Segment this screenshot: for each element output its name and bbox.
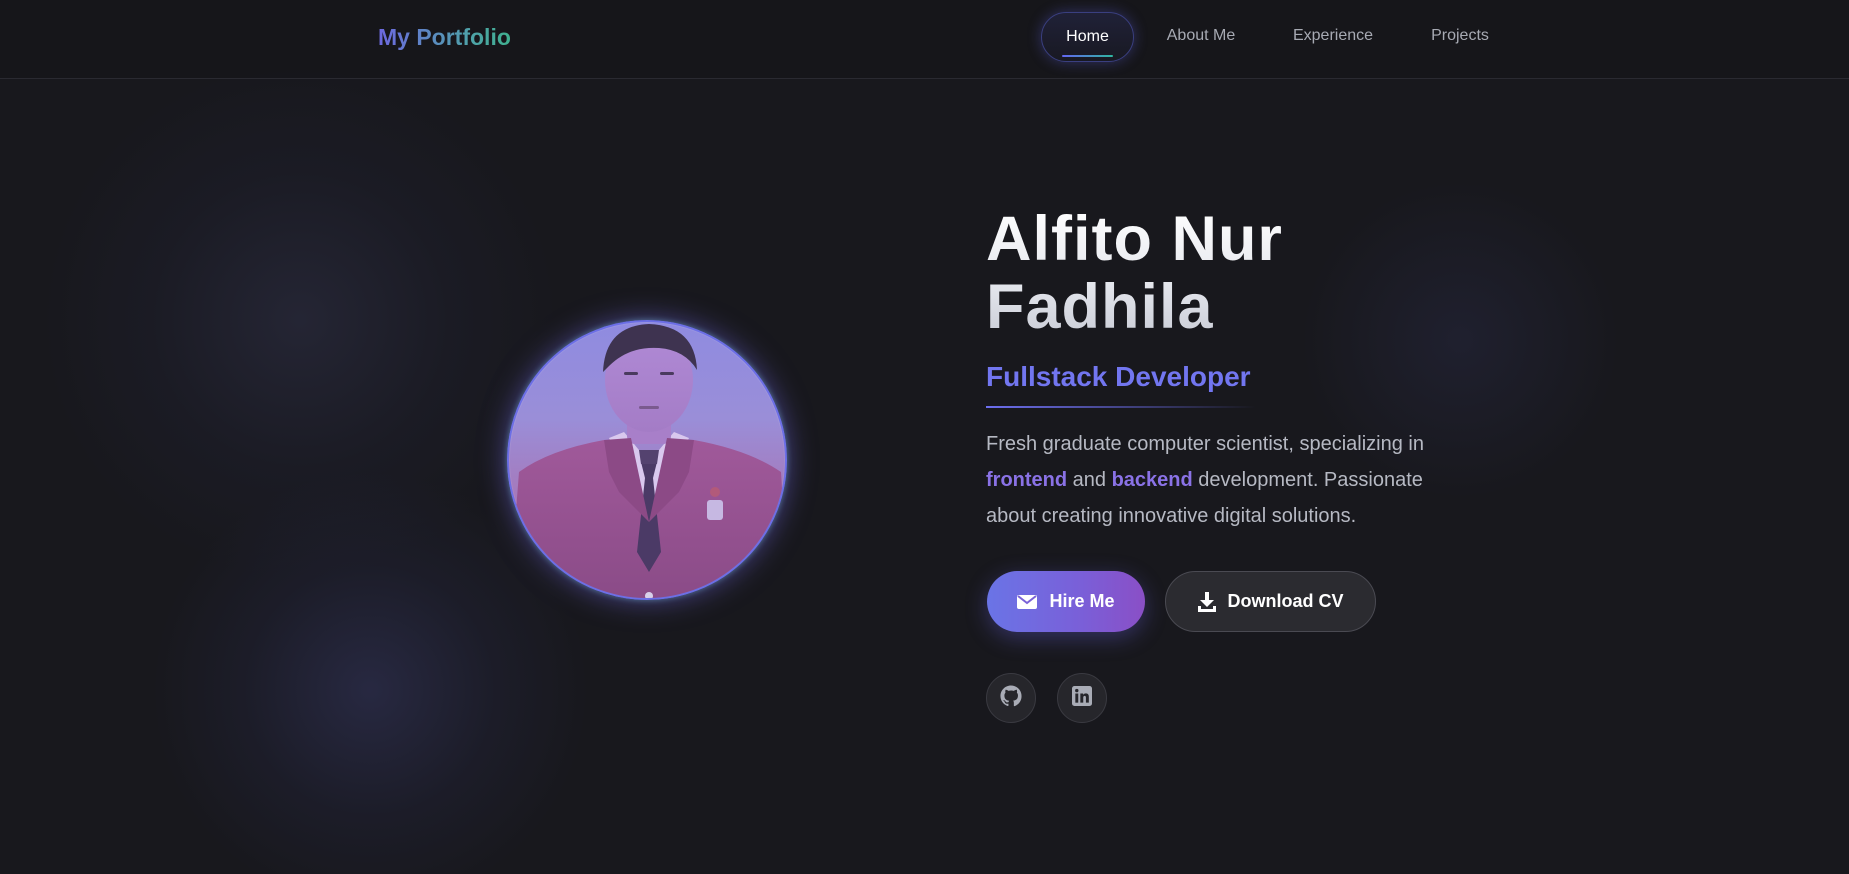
role-underline [986,406,1256,408]
background-glow [40,60,560,580]
description-text: Fresh graduate computer scientist, speci… [986,433,1424,455]
linkedin-icon [1072,685,1092,711]
nav-item-experience[interactable]: Experience [1283,12,1383,62]
linkedin-link[interactable] [1057,673,1107,723]
brand-logo[interactable]: My Portfolio [378,24,511,51]
hero-name-line1: Alfito Nur [986,204,1283,274]
nav-item-projects[interactable]: Projects [1422,12,1498,62]
hero-name: Alfito Nur Fadhila [986,205,1506,341]
hero-description: Fresh graduate computer scientist, speci… [986,426,1466,534]
highlight-frontend: frontend [986,469,1068,491]
description-text: and [1067,469,1112,491]
profile-avatar [507,320,787,600]
profile-photo [509,324,785,598]
hero-name-line2: Fadhila [986,272,1214,342]
portfolio-page: My Portfolio Home About Me Experience Pr… [0,0,1849,874]
download-icon [1197,591,1216,612]
download-cv-button[interactable]: Download CV [1165,571,1376,632]
hero-role: Fullstack Developer [986,361,1251,392]
github-icon [1000,684,1022,712]
background-glow [150,470,590,874]
hire-me-button[interactable]: Hire Me [987,571,1145,632]
download-cv-label: Download CV [1227,591,1344,611]
navbar: My Portfolio Home About Me Experience Pr… [0,0,1849,79]
hire-me-label: Hire Me [1049,591,1115,611]
github-link[interactable] [986,673,1036,723]
highlight-backend: backend [1111,469,1193,491]
nav-item-home[interactable]: Home [1041,12,1134,62]
nav-item-about-me[interactable]: About Me [1152,12,1250,62]
envelope-icon [1017,594,1038,610]
